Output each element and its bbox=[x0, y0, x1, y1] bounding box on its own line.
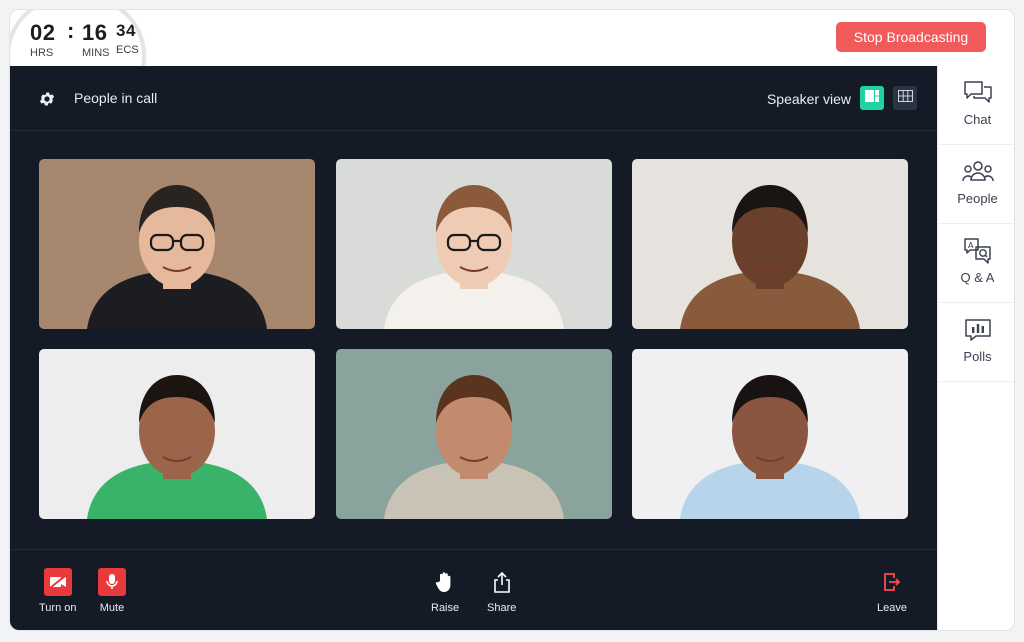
view-mode-label: Speaker view bbox=[766, 91, 851, 107]
timer-minutes-label: MINS bbox=[82, 47, 110, 59]
stage-header: People in call Speaker view bbox=[10, 66, 937, 131]
hand-icon bbox=[431, 568, 459, 596]
mute-label: Mute bbox=[99, 602, 125, 614]
participant-1-tile[interactable] bbox=[39, 159, 315, 329]
grid-view-icon bbox=[897, 89, 913, 107]
people-in-call-label[interactable]: People in call bbox=[74, 90, 157, 106]
exit-icon bbox=[878, 568, 906, 596]
leave-button[interactable]: Leave bbox=[877, 568, 907, 614]
stop-broadcasting-button[interactable]: Stop Broadcasting bbox=[836, 22, 986, 52]
share-label: Share bbox=[487, 602, 517, 614]
participant-2-tile[interactable] bbox=[336, 159, 612, 329]
polls-icon bbox=[964, 317, 992, 343]
turn-on-video-button[interactable]: Turn on bbox=[39, 568, 77, 614]
participant-portrait bbox=[39, 349, 315, 519]
raise-hand-button[interactable]: Raise bbox=[431, 568, 459, 614]
turn-on-label: Turn on bbox=[39, 602, 77, 614]
participant-portrait bbox=[632, 159, 908, 329]
timer-seconds: 34 ECS bbox=[116, 21, 139, 56]
grid-view-button[interactable] bbox=[893, 86, 917, 110]
timer-hours-label: HRS bbox=[30, 47, 54, 59]
call-controls: Turn on Mute Raise Share Leave bbox=[10, 549, 937, 630]
sidebar-item-qa[interactable]: A Q & A bbox=[938, 224, 1014, 303]
raise-label: Raise bbox=[431, 602, 460, 614]
speaker-view-button[interactable] bbox=[860, 86, 884, 110]
timer-seconds-value: 34 bbox=[116, 21, 136, 40]
participant-6-tile[interactable] bbox=[632, 349, 908, 519]
chat-icon bbox=[963, 80, 993, 106]
participant-5-tile[interactable] bbox=[336, 349, 612, 519]
meeting-window: 02 HRS : 16 MINS 34 ECS Stop Broadcastin… bbox=[9, 9, 1015, 631]
top-bar: 02 HRS : 16 MINS 34 ECS Stop Broadcastin… bbox=[10, 10, 1014, 116]
timer-hours-value: 02 bbox=[30, 20, 56, 45]
timer-separator: : bbox=[67, 18, 75, 43]
participant-portrait bbox=[632, 349, 908, 519]
participant-portrait bbox=[336, 349, 612, 519]
sidebar-item-people[interactable]: People bbox=[938, 145, 1014, 224]
mute-button[interactable]: Mute bbox=[98, 568, 126, 614]
timer-hours: 02 HRS bbox=[30, 20, 55, 59]
camera-off-icon bbox=[43, 568, 72, 596]
timer-minutes: 16 MINS bbox=[82, 20, 110, 59]
gear-icon[interactable] bbox=[38, 90, 56, 113]
participant-portrait bbox=[39, 159, 315, 329]
microphone-icon bbox=[98, 568, 126, 596]
timer-minutes-value: 16 bbox=[82, 20, 108, 45]
speaker-view-icon bbox=[865, 89, 879, 107]
participant-3-tile[interactable] bbox=[632, 159, 908, 329]
svg-text:A: A bbox=[968, 241, 974, 250]
video-stage: People in call Speaker view Turn on Mute… bbox=[10, 66, 937, 630]
participant-4-tile[interactable] bbox=[39, 349, 315, 519]
sidebar-item-label: Chat bbox=[963, 112, 992, 127]
share-button[interactable]: Share bbox=[487, 568, 516, 614]
sidebar-item-polls[interactable]: Polls bbox=[938, 303, 1014, 382]
sidebar-item-chat[interactable]: Chat bbox=[938, 66, 1014, 145]
side-panel: Chat People A Q & A Polls bbox=[937, 66, 1014, 630]
qa-icon: A bbox=[963, 238, 993, 264]
sidebar-item-label: People bbox=[957, 191, 998, 206]
sidebar-item-label: Q & A bbox=[960, 270, 995, 285]
leave-label: Leave bbox=[877, 602, 907, 614]
participant-portrait bbox=[336, 159, 612, 329]
sidebar-item-label: Polls bbox=[963, 349, 992, 364]
share-icon bbox=[488, 568, 516, 596]
people-icon bbox=[961, 159, 994, 185]
timer-seconds-label: ECS bbox=[116, 44, 139, 56]
